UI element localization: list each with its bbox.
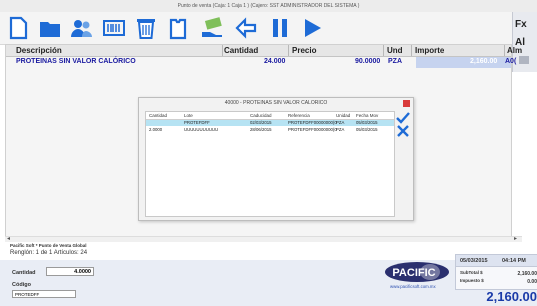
col-caducidad[interactable]: Caducidad	[250, 113, 272, 118]
scroll-right-icon[interactable]: ▸	[514, 235, 517, 242]
lot-lote: PROTEFDFF	[184, 120, 210, 125]
play-icon	[305, 19, 321, 37]
lot-caducidad: 02/03/2015	[250, 120, 272, 125]
lot-selection-dialog: 40000 - PROTEINAS SIN VALOR CALORICO Can…	[138, 97, 414, 221]
impuesto-label: Impuesto $	[460, 278, 484, 283]
panel-toggle-icon[interactable]	[519, 56, 529, 64]
codigo-label: Código	[12, 282, 31, 288]
col-cantidad[interactable]: Cantidad	[149, 113, 167, 118]
play-button[interactable]	[298, 14, 326, 42]
dialog-title: 40000 - PROTEINAS SIN VALOR CALORICO	[224, 100, 328, 106]
toolbar	[0, 12, 537, 45]
pause-button[interactable]	[266, 14, 294, 42]
pacific-soft-logo: PACIFIC www.pacificsoft.com.mx	[384, 261, 450, 291]
customers-button[interactable]	[68, 14, 96, 42]
document-icon	[169, 18, 187, 40]
subtotal-value: 2,160.00	[517, 271, 537, 277]
status-text: Renglón: 1 de 1 Artículos: 24	[10, 250, 88, 256]
close-icon[interactable]	[403, 100, 410, 107]
lot-table: Cantidad Lote Caducidad Referencia Unida…	[145, 111, 395, 217]
trash-icon	[137, 19, 155, 39]
lot-fecha: 05/03/2015	[356, 120, 378, 125]
column-header-und[interactable]: Und	[387, 46, 403, 55]
lot-fecha: 05/03/2015	[356, 127, 378, 132]
lot-referencia: PROTEFDFF00000000(0	[288, 120, 337, 125]
cancel-button[interactable]	[396, 124, 410, 137]
pause-icon	[273, 19, 287, 37]
table-row[interactable]: PROTEINAS SIN VALOR CALÓRICO 24.000 90.0…	[6, 57, 516, 68]
column-header-alm[interactable]: Alm	[507, 46, 522, 55]
row-precio: 90.0000	[355, 58, 381, 65]
impuesto-value: 0.00	[527, 279, 537, 285]
lot-referencia: PROTEFDFF00000000(0	[288, 127, 337, 132]
company-label: Pacific Soft * Punto de Venta Global	[10, 243, 87, 248]
folder-icon	[40, 22, 60, 37]
col-lote[interactable]: Lote	[184, 113, 193, 118]
column-header-precio[interactable]: Precio	[292, 46, 316, 55]
back-button[interactable]	[232, 14, 260, 42]
logo-badge: PACIFIC	[385, 262, 449, 282]
codigo-input[interactable]: PROTEDFF	[12, 290, 76, 298]
row-descripcion: PROTEINAS SIN VALOR CALÓRICO	[16, 58, 136, 65]
logo-text: PACIFIC	[392, 267, 435, 279]
delete-button[interactable]	[132, 14, 160, 42]
lot-unidad: PZA	[336, 127, 345, 132]
table-row[interactable]: PROTEFDFF 02/03/2015 PROTEFDFF00000000(0…	[146, 120, 394, 126]
date-text: 05/03/2015	[460, 258, 488, 264]
row-importe: 2,160.00	[470, 58, 498, 65]
accept-button[interactable]	[396, 111, 410, 124]
col-referencia[interactable]: Referencia	[288, 113, 310, 118]
subtotal-label: SubTotal $	[460, 270, 483, 275]
document-button[interactable]	[164, 14, 192, 42]
column-header-cantidad[interactable]: Cantidad	[224, 46, 258, 55]
barcode-button[interactable]	[100, 14, 128, 42]
column-header-importe[interactable]: Importe	[415, 46, 444, 55]
lot-caducidad: 28/06/2015	[250, 127, 272, 132]
table-row[interactable]: 2.0000 UUUUUUUUUUU 28/06/2015 PROTEFDFF0…	[146, 127, 394, 133]
lot-lote: UUUUUUUUUUU	[184, 127, 219, 132]
col-fecha-mov[interactable]: Fecha Mov	[356, 113, 378, 118]
grand-total: 2,160.00	[486, 289, 537, 304]
col-unidad[interactable]: Unidad	[336, 113, 350, 118]
users-icon	[71, 20, 92, 37]
column-header-descripcion[interactable]: Descripción	[16, 46, 62, 55]
money-hand-icon	[202, 17, 222, 37]
fx-button[interactable]: Fx	[515, 19, 527, 30]
grid-header: Descripción Cantidad Precio Und Importe …	[6, 45, 522, 57]
close-x-icon	[397, 125, 409, 137]
new-document-button[interactable]	[4, 14, 32, 42]
website-link[interactable]: www.pacificsoft.com.mx	[390, 284, 436, 289]
row-und: PZA	[388, 58, 402, 65]
lot-cantidad: 2.0000	[149, 127, 163, 132]
row-cantidad: 24.000	[264, 58, 286, 65]
scroll-left-icon[interactable]: ◂	[7, 235, 10, 242]
barcode-icon	[103, 20, 125, 36]
checkmark-icon	[396, 112, 410, 124]
row-alm: A0(	[505, 58, 517, 65]
time-text: 04:14 PM	[502, 258, 526, 264]
cantidad-label: Cantidad	[12, 270, 36, 276]
cantidad-input[interactable]: 4.0000	[46, 267, 94, 276]
payment-button[interactable]	[198, 14, 226, 42]
lot-table-header: Cantidad Lote Caducidad Referencia Unida…	[146, 112, 394, 120]
new-document-icon	[9, 16, 28, 40]
totals-box: SubTotal $ 2,160.00 Impuesto $ 0.00	[455, 266, 537, 290]
open-folder-button[interactable]	[36, 14, 64, 42]
lot-unidad: PZA	[336, 120, 345, 125]
back-arrow-icon	[235, 17, 257, 39]
